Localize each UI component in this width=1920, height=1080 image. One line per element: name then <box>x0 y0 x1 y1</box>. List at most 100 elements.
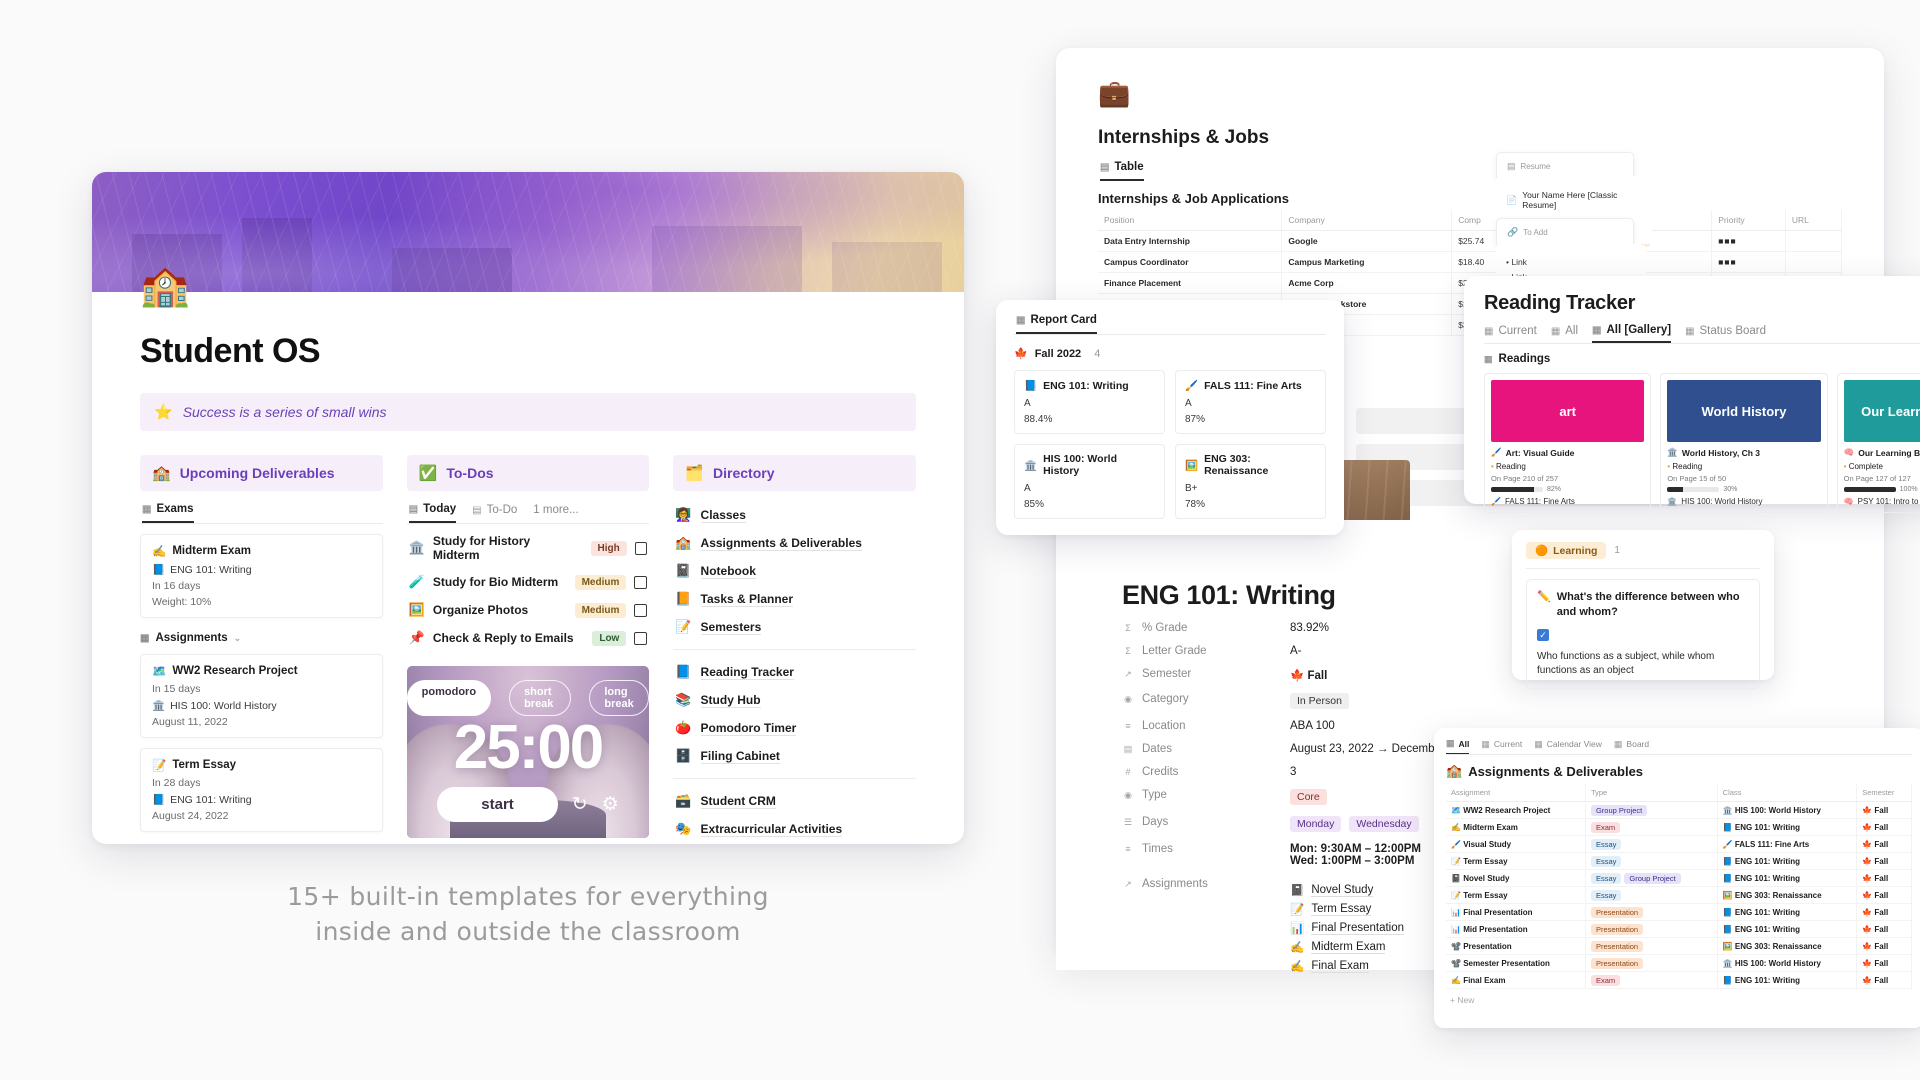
todo-checkbox[interactable] <box>634 631 648 645</box>
property-value[interactable]: Monday Wednesday <box>1290 816 1419 832</box>
flashcard-checkbox[interactable]: ✓ <box>1537 628 1549 641</box>
exam-card[interactable]: ✍️ Midterm Exam 📘 ENG 101: Writing In 16 day… <box>140 534 383 618</box>
table-row[interactable]: 📽️ Presentation Presentation 🖼️ ENG 303: R… <box>1446 937 1912 955</box>
resume-link-1[interactable]: 📄 Your Name Here [Classic Resume] <box>1506 190 1642 210</box>
property-value[interactable]: Core <box>1290 789 1327 805</box>
todo-item[interactable]: 📌 Check & Reply to Emails Low <box>407 624 650 652</box>
readings-section-header[interactable]: ▦ Readings <box>1484 353 1920 365</box>
directory-item[interactable]: 📙 Tasks & Planner <box>673 585 916 613</box>
tab-table-label: Table <box>1114 161 1144 173</box>
tab-status-board[interactable]: ▦ Status Board <box>1685 324 1766 343</box>
assignments-new-row[interactable]: + New <box>1446 989 1912 1011</box>
directory-item[interactable]: 🗃️ Student CRM <box>673 787 916 815</box>
directory-item[interactable]: 🗄️ Filing Cabinet <box>673 742 916 770</box>
todo-checkbox[interactable] <box>634 541 648 555</box>
directory-item[interactable]: 👩‍🏫 Classes <box>673 501 916 529</box>
directory-item[interactable]: 📝 Semesters <box>673 613 916 641</box>
directory-item[interactable]: 🏫 Assignments & Deliverables <box>673 529 916 557</box>
gear-icon[interactable]: ⚙ <box>602 793 619 816</box>
pomodoro-start-button[interactable]: start <box>437 787 558 822</box>
tab-all[interactable]: ▦ All <box>1551 324 1578 343</box>
table-row[interactable]: 📽️ Semester Presentation Presentation 🏛️ H… <box>1446 954 1912 972</box>
property-value[interactable]: 83.92% <box>1290 622 1329 634</box>
todo-item[interactable]: 🧪 Study for Bio Midterm Medium <box>407 568 650 596</box>
tab-to-do[interactable]: ▤ To-Do <box>472 504 517 522</box>
property-value[interactable]: 3 <box>1290 766 1296 778</box>
directory-item[interactable]: 📘 Reading Tracker <box>673 658 916 686</box>
class-name: ENG 101: Writing <box>1734 975 1801 985</box>
table-row[interactable]: Data Entry InternshipGoogle$25.74Hourly•… <box>1098 230 1843 252</box>
table-row[interactable]: 📝 Term Essay Essay 🖼️ ENG 303: Renaissance… <box>1446 886 1912 904</box>
table-row[interactable]: ✍️ Final Exam Exam 📘 ENG 101: Writing 🍁 Fal… <box>1446 971 1912 989</box>
assignment-card[interactable]: 🗺️ WW2 Research Project In 15 days 🏛️ HIS 10… <box>140 654 383 738</box>
tab-board[interactable]: ▦ Board <box>1614 738 1649 754</box>
property-value[interactable]: A- <box>1290 645 1302 657</box>
directory-item[interactable]: 📓 Notebook <box>673 557 916 585</box>
book-card[interactable]: World History 🏛️ World History, Ch 3 • Read… <box>1660 373 1828 513</box>
value-tag: Monday <box>1290 816 1342 832</box>
tab-current[interactable]: ▦ Current <box>1484 324 1537 343</box>
directory-item[interactable]: 🎭 Extracurricular Activities <box>673 815 916 843</box>
to-add-item-1[interactable]: • Link <box>1506 257 1636 267</box>
tab-all[interactable]: ▦ All <box>1446 738 1470 754</box>
priority-badge: High <box>590 540 627 556</box>
learning-status-badge[interactable]: 🟠 Learning <box>1526 542 1607 559</box>
table-row[interactable]: Campus Coordinator Campus Marketing $18.40… <box>1098 251 1843 273</box>
percent-grade: 88.4% <box>1024 414 1053 425</box>
table-row[interactable]: 📝 Term Essay Essay 📘 ENG 101: Writing 🍁 Fal… <box>1446 852 1912 870</box>
assignment-card[interactable]: 📝 Term Essay In 28 days 📘 ENG 101: Writing Au… <box>140 748 383 832</box>
book-card[interactable]: art 🖌️ Art: Visual Guide • Reading On Page 2… <box>1484 373 1652 513</box>
course-grade-card[interactable]: 📘 ENG 101: Writing A 88.4% <box>1014 370 1165 434</box>
assignment-icon: ✍️ <box>1451 975 1464 985</box>
tab-current[interactable]: ▦ Current <box>1481 738 1522 754</box>
tab-report-card[interactable]: ▦ Report Card <box>1016 314 1097 334</box>
property-value[interactable]: 🍁 Fall <box>1290 668 1327 682</box>
tab-all-gallery-[interactable]: ▦ All [Gallery] <box>1592 324 1672 343</box>
directory-item[interactable]: 🍅 Pomodoro Timer <box>673 714 916 742</box>
property-value[interactable]: Mon: 9:30AM – 12:00PM Wed: 1:00PM – 3:00P… <box>1290 843 1421 867</box>
course-grade-card[interactable]: 🏛️ HIS 100: World History A 85% <box>1014 444 1165 519</box>
directory-item[interactable]: 📚 Study Hub <box>673 686 916 714</box>
book-card[interactable]: Our Learning Brain 🧠Our Learning Brain • C… <box>1836 373 1920 513</box>
tab-1-more-[interactable]: 1 more... <box>533 504 578 522</box>
property-value[interactable]: 📓 Novel Study 📝 Term Essay 📊 Final Presentati… <box>1290 878 1405 973</box>
assignment-link[interactable]: 📊 Final Presentation <box>1290 921 1405 935</box>
report-card-group[interactable]: 🍁 Fall 2022 4 <box>1014 347 1326 361</box>
table-row[interactable]: ✍️ Midterm Exam Exam 📘 ENG 101: Writing 🍁 F… <box>1446 818 1912 836</box>
property-value[interactable]: ABA 100 <box>1290 720 1335 732</box>
todo-checkbox[interactable] <box>634 575 648 589</box>
assignment-link[interactable]: 📝 Term Essay <box>1290 902 1404 916</box>
pomodoro-mode-pomodoro[interactable]: pomodoro <box>406 680 492 716</box>
table-row[interactable]: 🗺️ WW2 Research Project Group Project 🏛️ H… <box>1446 801 1912 819</box>
directory-item-icon: 📚 <box>675 692 692 707</box>
assignment-link[interactable]: ✍️ Final Exam <box>1290 959 1404 973</box>
course-grade-card[interactable]: 🖌️ FALS 111: Fine Arts A 87% <box>1175 370 1326 434</box>
todo-checkbox[interactable] <box>634 603 648 617</box>
tab-exams[interactable]: ▦ Exams <box>142 503 194 523</box>
flashcard[interactable]: ✏️ What's the difference between who and… <box>1526 579 1760 689</box>
tab-calendar-view[interactable]: ▦ Calendar View <box>1534 738 1602 754</box>
class-icon: 🏛️ <box>1722 805 1735 815</box>
todo-item[interactable]: 🖼️ Organize Photos Medium <box>407 596 650 624</box>
property-key: ↗ Semester <box>1122 668 1290 680</box>
todo-item[interactable]: 🏛️ Study for History Midterm High <box>407 528 650 568</box>
value-line: Wed: 1:00PM – 3:00PM <box>1290 855 1415 867</box>
assignments-group-header[interactable]: ▦ Assignments ⌄ <box>140 632 383 644</box>
letter-grade: A <box>1024 398 1031 409</box>
table-row[interactable]: 📊 Final Presentation Presentation 📘 ENG 10… <box>1446 903 1912 921</box>
directory-item[interactable]: 💼Internships & Jobs <box>673 843 916 844</box>
restart-icon[interactable]: ↻ <box>572 793 588 816</box>
assignment-link[interactable]: ✍️ Midterm Exam <box>1290 940 1404 954</box>
property-value[interactable]: In Person <box>1290 693 1349 709</box>
table-row[interactable]: 📓 Novel Study Essay Group Project 📘 ENG 101… <box>1446 869 1912 887</box>
course-grade-card[interactable]: 🖼️ ENG 303: Renaissance B+ 78% <box>1175 444 1326 519</box>
pomodoro-mode-short-break[interactable]: short break <box>509 680 572 716</box>
tab-today[interactable]: ▤ Today <box>408 503 457 523</box>
type-badge: Essay <box>1590 872 1622 884</box>
assignment-link[interactable]: 📓 Novel Study <box>1290 883 1404 897</box>
view-icon: ▦ <box>1484 325 1494 337</box>
pomodoro-mode-long-break[interactable]: long break <box>589 680 650 716</box>
table-row[interactable]: 🖌️ Visual Study Essay 🖌️ FALS 111: Fine Ar… <box>1446 835 1912 853</box>
tab-table[interactable]: ▤ Table <box>1100 161 1144 181</box>
table-row[interactable]: 📊 Mid Presentation Presentation 📘 ENG 101:… <box>1446 920 1912 938</box>
